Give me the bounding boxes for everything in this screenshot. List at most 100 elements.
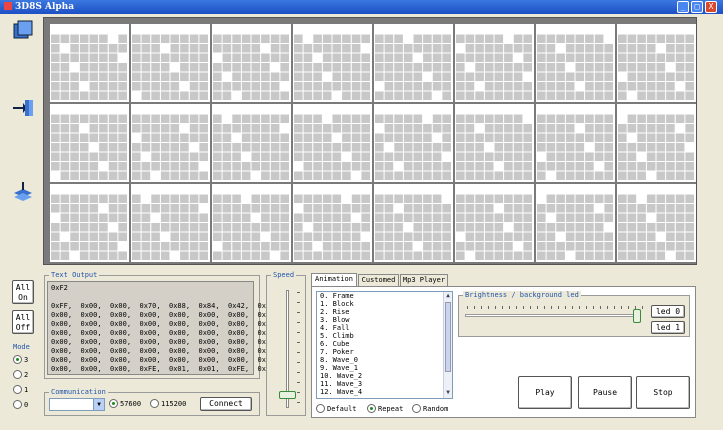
led-cell[interactable] xyxy=(60,162,70,171)
led-cell[interactable] xyxy=(384,204,394,213)
led-cell[interactable] xyxy=(384,133,394,143)
led-cell[interactable] xyxy=(394,44,403,53)
led-cell[interactable] xyxy=(280,185,289,194)
text-output-box[interactable]: 0xF2 0xFF, 0x00, 0x00, 0x70, 0x88, 0x84,… xyxy=(47,281,279,375)
led-cell[interactable] xyxy=(189,143,199,152)
led-cell[interactable] xyxy=(546,162,556,171)
led-cell[interactable] xyxy=(384,185,394,194)
led-cell[interactable] xyxy=(413,251,423,261)
led-cell[interactable] xyxy=(213,232,222,242)
led-cell[interactable] xyxy=(99,143,108,152)
led-cell[interactable] xyxy=(322,44,332,53)
led-cell[interactable] xyxy=(618,133,627,143)
led-cell[interactable] xyxy=(261,223,270,232)
led-cell[interactable] xyxy=(199,143,208,152)
led-cell[interactable] xyxy=(332,44,342,53)
led-cell[interactable] xyxy=(70,242,79,251)
led-cell[interactable] xyxy=(656,82,666,91)
led-cell[interactable] xyxy=(413,25,423,34)
led-cell[interactable] xyxy=(504,82,513,91)
led-cell[interactable] xyxy=(261,171,270,181)
led-cell[interactable] xyxy=(118,53,127,63)
led-cell[interactable] xyxy=(89,105,99,114)
led-cell[interactable] xyxy=(342,105,351,114)
led-cell[interactable] xyxy=(222,162,232,171)
led-cell[interactable] xyxy=(294,204,303,213)
led-cell[interactable] xyxy=(523,72,532,82)
led-cell[interactable] xyxy=(280,63,289,72)
led-cell[interactable] xyxy=(484,63,494,72)
led-cell[interactable] xyxy=(375,91,384,101)
led-cell[interactable] xyxy=(666,114,675,124)
led-cell[interactable] xyxy=(351,213,361,223)
led-cell[interactable] xyxy=(456,105,465,114)
led-cell[interactable] xyxy=(565,204,575,213)
led-cell[interactable] xyxy=(646,124,656,133)
led-cell[interactable] xyxy=(394,242,403,251)
led-cell[interactable] xyxy=(394,152,403,162)
led-cell[interactable] xyxy=(170,162,180,171)
led-cell[interactable] xyxy=(89,152,99,162)
led-cell[interactable] xyxy=(51,152,60,162)
led-cell[interactable] xyxy=(403,72,413,82)
led-cell[interactable] xyxy=(351,251,361,261)
led-cell[interactable] xyxy=(546,124,556,133)
led-cell[interactable] xyxy=(494,124,504,133)
led-cell[interactable] xyxy=(241,82,251,91)
led-cell[interactable] xyxy=(99,34,108,44)
led-cell[interactable] xyxy=(251,185,261,194)
led-cell[interactable] xyxy=(118,114,127,124)
led-cell[interactable] xyxy=(413,53,423,63)
led-cell[interactable] xyxy=(456,91,465,101)
led-cell[interactable] xyxy=(170,223,180,232)
led-cell[interactable] xyxy=(213,133,222,143)
led-cell[interactable] xyxy=(180,223,189,232)
led-cell[interactable] xyxy=(523,82,532,91)
led-cell[interactable] xyxy=(141,213,151,223)
led-cell[interactable] xyxy=(594,63,604,72)
led-cell[interactable] xyxy=(585,91,594,101)
led-cell[interactable] xyxy=(618,143,627,152)
led-cell[interactable] xyxy=(99,152,108,162)
led-cell[interactable] xyxy=(170,53,180,63)
led-cell[interactable] xyxy=(513,242,523,251)
led-cell[interactable] xyxy=(375,185,384,194)
led-cell[interactable] xyxy=(303,63,313,72)
led-cell[interactable] xyxy=(475,53,484,63)
led-cell[interactable] xyxy=(494,91,504,101)
led-cell[interactable] xyxy=(79,251,89,261)
led-cell[interactable] xyxy=(342,124,351,133)
led-cell[interactable] xyxy=(332,114,342,124)
led-cell[interactable] xyxy=(546,223,556,232)
led-cell[interactable] xyxy=(151,53,160,63)
led-cell[interactable] xyxy=(294,44,303,53)
led-cell[interactable] xyxy=(332,124,342,133)
led-cell[interactable] xyxy=(99,72,108,82)
led-cell[interactable] xyxy=(180,44,189,53)
led-cell[interactable] xyxy=(89,63,99,72)
led-cell[interactable] xyxy=(351,185,361,194)
led-cell[interactable] xyxy=(432,194,442,204)
led-cell[interactable] xyxy=(141,251,151,261)
led-cell[interactable] xyxy=(89,124,99,133)
led-cell[interactable] xyxy=(160,242,170,251)
led-cell[interactable] xyxy=(656,242,666,251)
led-cell[interactable] xyxy=(375,152,384,162)
led-cell[interactable] xyxy=(232,34,241,44)
led-cell[interactable] xyxy=(465,34,475,44)
led-cell[interactable] xyxy=(375,133,384,143)
led-cell[interactable] xyxy=(394,185,403,194)
led-cell[interactable] xyxy=(313,133,322,143)
led-cell[interactable] xyxy=(351,194,361,204)
led-cell[interactable] xyxy=(70,63,79,72)
led-cell[interactable] xyxy=(270,213,280,223)
led-cell[interactable] xyxy=(513,25,523,34)
led-cell[interactable] xyxy=(575,114,585,124)
led-cell[interactable] xyxy=(70,251,79,261)
led-cell[interactable] xyxy=(627,223,637,232)
led-cell[interactable] xyxy=(160,143,170,152)
led-cell[interactable] xyxy=(627,152,637,162)
led-cell[interactable] xyxy=(294,171,303,181)
led-cell[interactable] xyxy=(637,242,646,251)
led-cell[interactable] xyxy=(585,171,594,181)
